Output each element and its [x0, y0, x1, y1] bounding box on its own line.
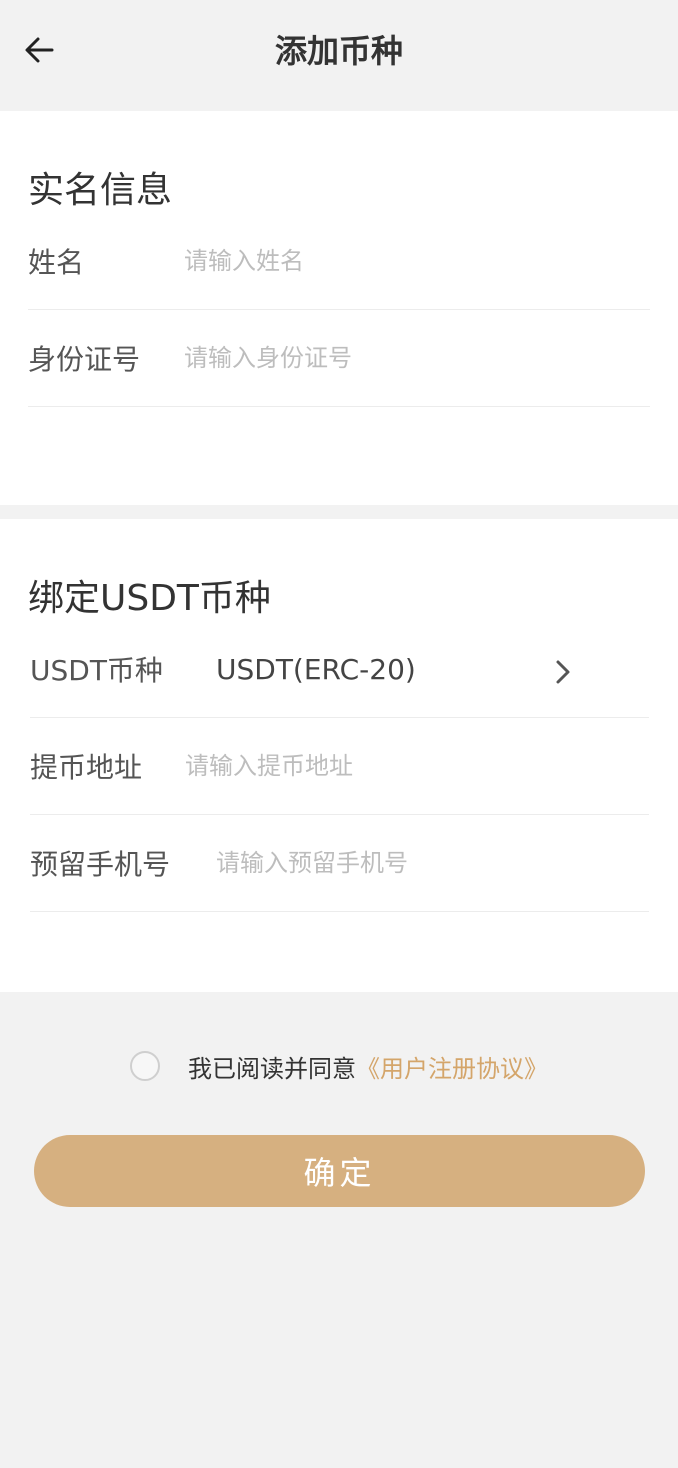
agreement-text: 我已阅读并同意 — [188, 1054, 356, 1083]
currency-value: USDT(ERC-20) — [216, 652, 416, 686]
confirm-button[interactable]: 确定 — [34, 1135, 645, 1207]
address-input[interactable] — [185, 718, 625, 814]
phone-row: 预留手机号 — [30, 815, 649, 912]
name-row: 姓名 — [28, 213, 650, 310]
name-input[interactable] — [184, 213, 624, 309]
id-label: 身份证号 — [28, 343, 141, 376]
agreement-link[interactable]: 《用户注册协议》 — [356, 1049, 548, 1084]
realname-section-title: 实名信息 — [28, 170, 173, 211]
realname-section: 实名信息 姓名 身份证号 — [0, 111, 678, 505]
currency-label: USDT币种 — [30, 654, 163, 687]
address-row: 提币地址 — [30, 718, 649, 815]
currency-row[interactable]: USDT币种 USDT(ERC-20) — [30, 621, 649, 718]
agreement-checkbox[interactable] — [130, 1051, 160, 1081]
header: 添加币种 — [0, 0, 678, 110]
chevron-right-icon — [556, 660, 570, 684]
page-title: 添加币种 — [274, 32, 403, 70]
id-row: 身份证号 — [28, 310, 650, 407]
phone-input[interactable] — [216, 815, 626, 911]
id-number-input[interactable] — [184, 310, 624, 406]
bind-section: 绑定USDT币种 USDT币种 USDT(ERC-20) 提币地址 预留手机号 — [0, 519, 678, 992]
name-label: 姓名 — [28, 246, 85, 279]
address-label: 提币地址 — [30, 751, 143, 784]
phone-label: 预留手机号 — [30, 848, 171, 881]
agreement-row: 我已阅读并同意 《用户注册协议》 — [0, 1046, 678, 1086]
bind-section-title: 绑定USDT币种 — [28, 578, 271, 619]
